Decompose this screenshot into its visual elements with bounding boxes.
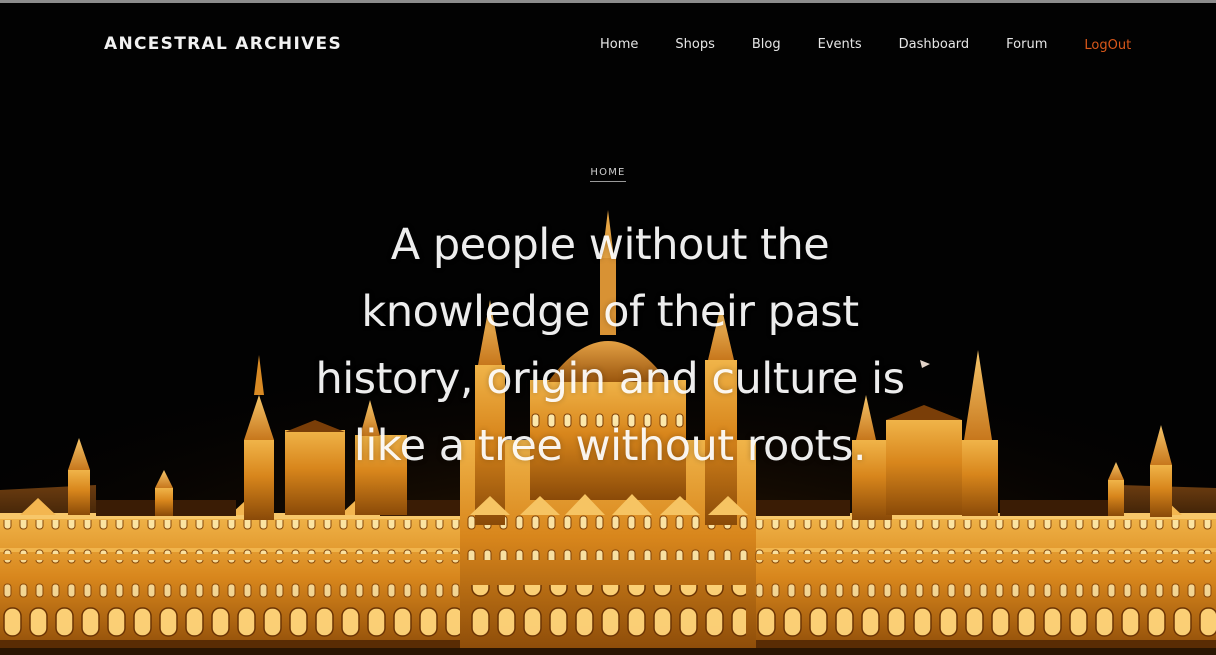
nav-blog[interactable]: Blog [752,37,781,52]
breadcrumb-home[interactable]: HOME [590,167,626,182]
main-nav: Home Shops Blog Events Dashboard Forum L… [600,37,1131,53]
nav-logout[interactable]: LogOut [1084,38,1131,53]
hero-quote: A people without the knowledge of their … [290,212,930,480]
nav-forum[interactable]: Forum [1006,37,1047,52]
window-top-edge [0,0,1216,3]
hero-quote-line: like a tree without roots. [353,421,867,471]
nav-shops[interactable]: Shops [675,37,714,52]
nav-dashboard[interactable]: Dashboard [899,37,970,52]
nav-home[interactable]: Home [600,37,638,52]
breadcrumb: HOME [0,167,1216,182]
nav-events[interactable]: Events [818,37,862,52]
hero-quote-line: A people without the [390,220,830,270]
hero-quote-line: knowledge of their past [361,287,859,337]
page: ANCESTRAL ARCHIVES Home Shops Blog Event… [0,0,1216,655]
site-logo[interactable]: ANCESTRAL ARCHIVES [104,34,342,54]
hero-quote-line: history, origin and culture is [315,354,905,404]
